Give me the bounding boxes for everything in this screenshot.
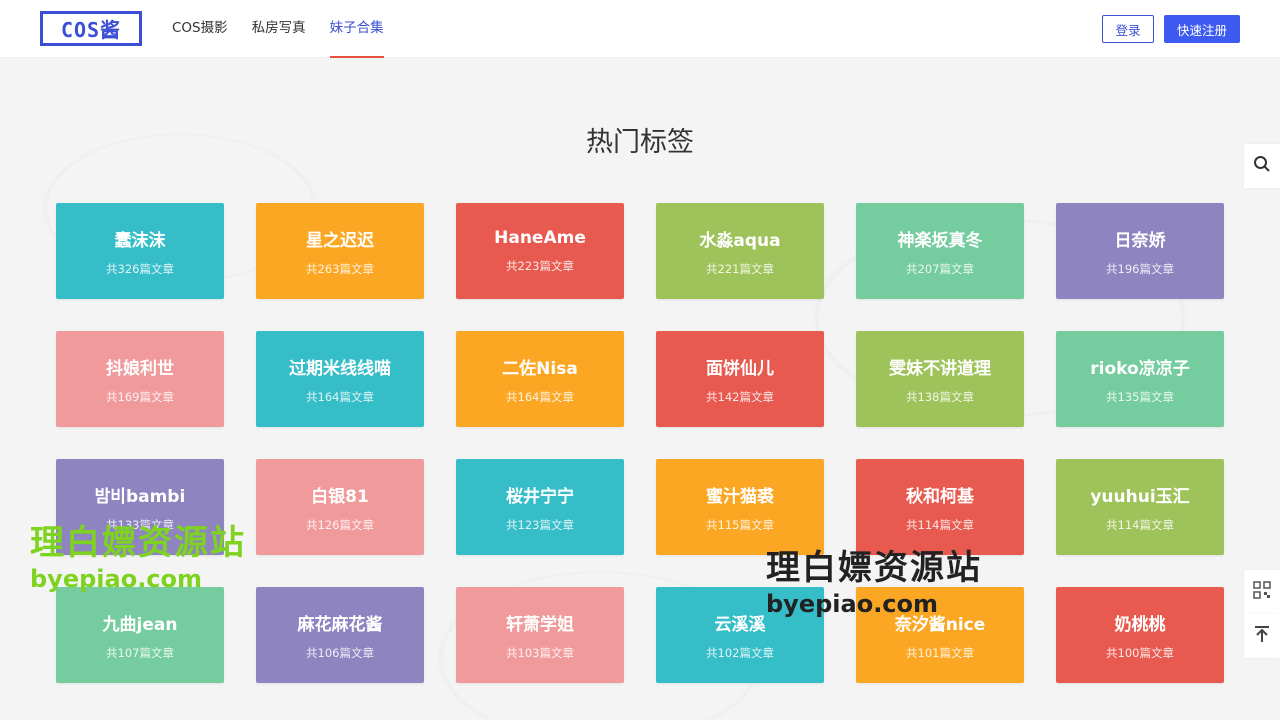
tag-article-count: 共164篇文章 xyxy=(306,389,374,404)
tag-card[interactable]: 过期米线线喵共164篇文章 xyxy=(256,331,424,427)
nav-item-girl-collection[interactable]: 妹子合集 xyxy=(329,0,384,58)
tag-article-count: 共114篇文章 xyxy=(906,517,974,532)
tag-article-count: 共123篇文章 xyxy=(506,517,574,532)
site-logo[interactable]: COS酱 xyxy=(40,11,142,46)
page-title: 热门标签 xyxy=(586,127,694,158)
tag-card[interactable]: 九曲jean 共107篇文章 xyxy=(56,587,224,683)
tag-article-count: 共114篇文章 xyxy=(1106,517,1174,532)
tag-article-count: 共221篇文章 xyxy=(706,261,774,276)
tag-name: 桜井宁宁 xyxy=(506,486,574,507)
tag-name: 雯妹不讲道理 xyxy=(889,358,991,379)
tag-card[interactable]: 神楽坂真冬共207篇文章 xyxy=(856,203,1024,299)
tag-article-count: 共207篇文章 xyxy=(906,261,974,276)
tag-card[interactable]: yuuhui玉汇共114篇文章 xyxy=(1056,459,1224,555)
tag-article-count: 共142篇文章 xyxy=(706,389,774,404)
tag-card[interactable]: 面饼仙儿共142篇文章 xyxy=(656,331,824,427)
tag-article-count: 共196篇文章 xyxy=(1106,261,1174,276)
tag-name: yuuhui玉汇 xyxy=(1090,486,1190,507)
main-nav: COS摄影 私房写真 妹子合集 xyxy=(172,0,408,58)
tag-name: 奶桃桃 xyxy=(1114,614,1166,635)
tag-article-count: 共138篇文章 xyxy=(906,389,974,404)
tag-card[interactable]: 奈汐酱nice 共101篇文章 xyxy=(856,587,1024,683)
login-button[interactable]: 登录 xyxy=(1102,15,1154,43)
back-to-top-button[interactable] xyxy=(1244,614,1280,658)
top-header: COS酱 COS摄影 私房写真 妹子合集 登录 快速注册 xyxy=(0,0,1280,58)
tag-name: 轩萧学姐 xyxy=(506,614,574,635)
tag-name: 九曲jean xyxy=(102,614,178,635)
tag-name: 二佐Nisa xyxy=(502,358,578,379)
tag-card[interactable]: 奶桃桃共100篇文章 xyxy=(1056,587,1224,683)
tag-card[interactable]: rioko凉凉子共135篇文章 xyxy=(1056,331,1224,427)
tag-article-count: 共100篇文章 xyxy=(1106,645,1174,660)
tag-article-count: 共326篇文章 xyxy=(106,261,174,276)
qrcode-icon xyxy=(1253,581,1271,603)
tag-name: 云溪溪 xyxy=(714,614,766,635)
tag-article-count: 共263篇文章 xyxy=(306,261,374,276)
tag-card[interactable]: 蜜汁猫裘共115篇文章 xyxy=(656,459,824,555)
tag-card[interactable]: 日奈娇共196篇文章 xyxy=(1056,203,1224,299)
register-button[interactable]: 快速注册 xyxy=(1164,15,1240,43)
tag-name: rioko凉凉子 xyxy=(1090,358,1190,379)
tag-card[interactable]: 麻花麻花酱共106篇文章 xyxy=(256,587,424,683)
tag-card[interactable]: 蠢沫沫共326篇文章 xyxy=(56,203,224,299)
tag-card[interactable]: 星之迟迟共263篇文章 xyxy=(256,203,424,299)
tag-name: 秋和柯基 xyxy=(906,486,974,507)
search-button[interactable] xyxy=(1244,144,1280,188)
tag-article-count: 共133篇文章 xyxy=(106,517,174,532)
search-icon xyxy=(1253,155,1271,177)
tag-name: 抖娘利世 xyxy=(106,358,174,379)
tag-name: 白银81 xyxy=(311,486,369,507)
tag-article-count: 共107篇文章 xyxy=(106,645,174,660)
back-to-top-icon xyxy=(1254,625,1270,647)
tag-name: 奈汐酱nice xyxy=(894,614,986,635)
nav-item-cos-photo[interactable]: COS摄影 xyxy=(172,0,228,58)
tag-name: 神楽坂真冬 xyxy=(897,230,983,251)
tag-article-count: 共164篇文章 xyxy=(506,389,574,404)
tag-name: 蠢沫沫 xyxy=(114,230,166,251)
tag-article-count: 共223篇文章 xyxy=(506,259,574,273)
tag-card[interactable]: 云溪溪共102篇文章 xyxy=(656,587,824,683)
tag-name: 밤비bambi xyxy=(94,486,186,507)
tag-article-count: 共103篇文章 xyxy=(506,645,574,660)
tag-card[interactable]: 白银81 共126篇文章 xyxy=(256,459,424,555)
tag-name: 日奈娇 xyxy=(1114,230,1166,251)
tag-card[interactable]: HaneAme 共223篇文章 xyxy=(456,203,624,299)
tag-name: 星之迟迟 xyxy=(306,230,374,251)
tag-name: 面饼仙儿 xyxy=(706,358,774,379)
qrcode-button[interactable] xyxy=(1244,570,1280,614)
tag-card[interactable]: 秋和柯基共114篇文章 xyxy=(856,459,1024,555)
tag-name: HaneAme xyxy=(494,228,586,248)
tag-name: 麻花麻花酱 xyxy=(297,614,383,635)
tag-card[interactable]: 轩萧学姐共103篇文章 xyxy=(456,587,624,683)
tag-name: 水淼aqua xyxy=(699,230,781,251)
tag-card[interactable]: 二佐Nisa 共164篇文章 xyxy=(456,331,624,427)
tag-article-count: 共169篇文章 xyxy=(106,389,174,404)
tag-card[interactable]: 水淼aqua 共221篇文章 xyxy=(656,203,824,299)
tag-article-count: 共101篇文章 xyxy=(906,645,974,660)
tag-article-count: 共126篇文章 xyxy=(306,517,374,532)
tag-article-count: 共102篇文章 xyxy=(706,645,774,660)
tag-article-count: 共135篇文章 xyxy=(1106,389,1174,404)
tag-card[interactable]: 抖娘利世共169篇文章 xyxy=(56,331,224,427)
tag-article-count: 共115篇文章 xyxy=(706,517,774,532)
tag-card[interactable]: 雯妹不讲道理共138篇文章 xyxy=(856,331,1024,427)
tag-card[interactable]: 밤비bambi 共133篇文章 xyxy=(56,459,224,555)
tag-card[interactable]: 桜井宁宁共123篇文章 xyxy=(456,459,624,555)
tag-grid: 蠢沫沫 共326篇文章 星之迟迟 共263篇文章 HaneAme 共223篇文章 水淼aqu… xyxy=(56,203,1224,683)
tag-name: 过期米线线喵 xyxy=(289,358,391,379)
nav-item-private-photo[interactable]: 私房写真 xyxy=(252,0,306,58)
tag-article-count: 共106篇文章 xyxy=(306,645,374,660)
tag-name: 蜜汁猫裘 xyxy=(706,486,774,507)
